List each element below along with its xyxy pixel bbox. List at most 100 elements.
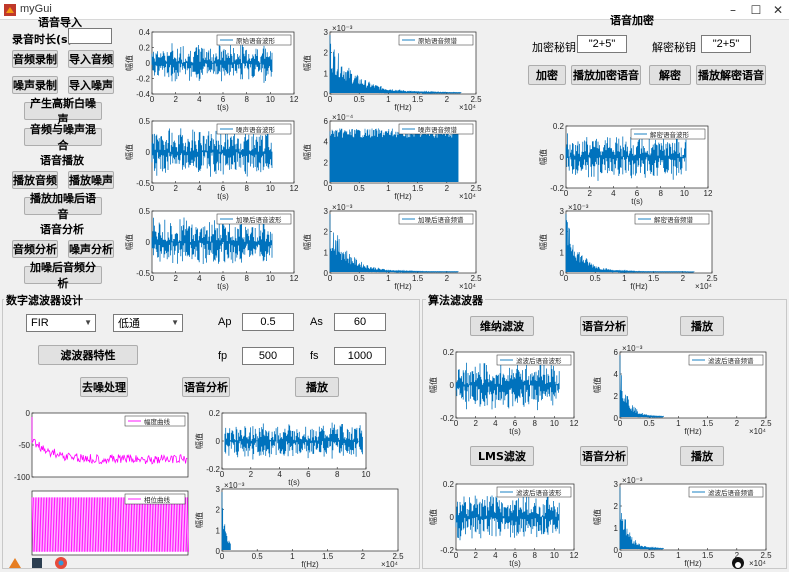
y-tick-label: -0.2	[206, 465, 220, 474]
x-tick-label: 8	[658, 189, 663, 198]
x-tick-label: 1	[386, 95, 391, 104]
plot-area	[221, 488, 399, 552]
decrypt-button[interactable]: 解密	[649, 65, 691, 85]
encrypt-key-input[interactable]: "2+5"	[577, 35, 627, 53]
y-tick-label: 0	[146, 59, 151, 68]
decrypt-key-input[interactable]: "2+5"	[701, 35, 751, 53]
chevron-down-icon: ▼	[84, 318, 92, 327]
ap-input[interactable]: 0.5	[242, 313, 294, 331]
lms-play-button[interactable]: 播放	[680, 446, 724, 466]
play-audio-button[interactable]: 播放音频	[12, 171, 58, 189]
y-tick-label: 0	[216, 547, 221, 556]
digital-play-button[interactable]: 播放	[295, 377, 339, 397]
x-tick-label: 0	[618, 419, 623, 428]
wiener-waveform-axes: 0 2 4 6 8 10 12-0.200.2t(s)幅值滤波后语音波形	[428, 348, 579, 436]
x-exponent-label: ×10⁴	[459, 192, 477, 201]
x-exponent-label: ×10⁴	[749, 427, 767, 436]
y-tick-label: 0	[450, 381, 455, 390]
x-tick-label: 0	[150, 274, 155, 283]
y-tick-label: 1	[216, 526, 221, 535]
x-tick-label: 10	[680, 189, 689, 198]
legend-entry: 加噪后语音频谱	[418, 215, 464, 224]
x-axis-label: t(s)	[217, 192, 229, 201]
playback-section-title: 语音播放	[40, 154, 84, 167]
y-tick-label: 6	[324, 117, 329, 126]
file-taskbar-icon[interactable]	[30, 556, 44, 570]
band-type-select[interactable]: 低通 ▼	[113, 314, 183, 332]
x-tick-label: 1.5	[702, 419, 714, 428]
y-tick-label: 3	[614, 480, 619, 489]
x-axis-label: f(Hz)	[394, 103, 412, 112]
lms-filter-button[interactable]: LMS滤波	[470, 446, 534, 466]
duration-label: 录音时长(s)	[12, 33, 73, 46]
play-decrypted-button[interactable]: 播放解密语音	[696, 65, 766, 85]
x-tick-label: 0	[564, 189, 569, 198]
minimize-button[interactable]: –	[725, 2, 741, 18]
y-tick-label: -0.2	[136, 75, 150, 84]
x-tick-label: 12	[290, 274, 299, 283]
lms-analyze-button[interactable]: 语音分析	[580, 446, 628, 466]
play-noise-button[interactable]: 播放噪声	[68, 171, 114, 189]
filter-type-select[interactable]: FIR ▼	[26, 314, 96, 332]
analyze-mixed-button[interactable]: 加噪后音频分析	[24, 261, 102, 290]
wiener-analyze-button[interactable]: 语音分析	[580, 316, 628, 336]
y-tick-label: -0.5	[136, 179, 150, 188]
y-tick-label: -0.2	[440, 546, 454, 555]
wiener-filter-button[interactable]: 维纳滤波	[470, 316, 534, 336]
y-tick-label: 0	[614, 546, 619, 555]
x-tick-label: 12	[570, 551, 579, 560]
qq-tray-icon[interactable]	[731, 556, 745, 570]
mix-button[interactable]: 音频与噪声混合	[24, 123, 102, 152]
legend-entry: 原始语音频谱	[418, 36, 458, 45]
digital-filtered-spectrum-axes: 0 0.5 1 1.5 2 2.50123f(Hz)幅值×10⁻³×10⁴	[194, 481, 404, 569]
y-tick-label: 3	[324, 207, 329, 216]
x-tick-label: 2	[173, 184, 178, 193]
y-tick-label: 4	[324, 138, 329, 147]
matlab-taskbar-icon[interactable]	[8, 556, 22, 570]
y-tick-label: 0	[324, 179, 329, 188]
y-tick-label: 0	[614, 414, 619, 423]
fp-input[interactable]: 500	[242, 347, 294, 365]
legend-entry: 幅度曲线	[144, 417, 171, 426]
y-tick-label: 1	[560, 248, 565, 257]
digital-filtered-waveform-axes: 0 2 4 6 8 10-0.200.2t(s)幅值	[194, 409, 371, 487]
chrome-taskbar-icon[interactable]	[54, 556, 68, 570]
denoise-button[interactable]: 去噪处理	[80, 377, 128, 397]
as-input[interactable]: 60	[334, 313, 386, 331]
record-audio-button[interactable]: 音频录制	[12, 50, 58, 68]
x-tick-label: 12	[704, 189, 713, 198]
x-exponent-label: ×10⁴	[381, 560, 399, 569]
filter-characteristics-button[interactable]: 滤波器特性	[38, 345, 138, 365]
y-tick-label: 6	[614, 348, 619, 357]
close-button[interactable]: ✕	[770, 2, 786, 18]
duration-input[interactable]	[68, 28, 112, 44]
exponent-label: ×10⁻³	[622, 344, 643, 353]
wiener-play-button[interactable]: 播放	[680, 316, 724, 336]
y-axis-label: 幅值	[592, 509, 602, 525]
analyze-noise-button[interactable]: 噪声分析	[68, 240, 114, 258]
play-mixed-button[interactable]: 播放加噪后语音	[24, 192, 102, 221]
x-tick-label: 2	[587, 189, 592, 198]
y-tick-label: -0.5	[136, 269, 150, 278]
encrypt-button[interactable]: 加密	[528, 65, 566, 85]
y-axis-label: 幅值	[302, 234, 312, 250]
y-tick-label: 0.5	[139, 207, 151, 216]
record-noise-button[interactable]: 噪声录制	[12, 76, 58, 94]
y-tick-label: 2	[614, 502, 619, 511]
gen-noise-button[interactable]: 产生高斯白噪声	[24, 97, 102, 126]
band-type-value: 低通	[118, 318, 140, 330]
y-tick-label: -50	[18, 441, 30, 450]
maximize-button[interactable]: ☐	[748, 2, 764, 18]
analyze-audio-button[interactable]: 音频分析	[12, 240, 58, 258]
x-tick-label: 2	[249, 470, 254, 479]
play-encrypted-button[interactable]: 播放加密语音	[571, 65, 641, 85]
x-tick-label: 0	[328, 95, 333, 104]
digital-analyze-button[interactable]: 语音分析	[182, 377, 230, 397]
x-exponent-label: ×10⁴	[695, 282, 713, 291]
x-tick-label: 4	[197, 95, 202, 104]
x-exponent-label: ×10⁴	[459, 103, 477, 112]
import-audio-button[interactable]: 导入音频	[68, 50, 114, 68]
y-axis-label: 幅值	[428, 509, 438, 525]
import-noise-button[interactable]: 导入噪声	[68, 76, 114, 94]
fs-input[interactable]: 1000	[334, 347, 386, 365]
